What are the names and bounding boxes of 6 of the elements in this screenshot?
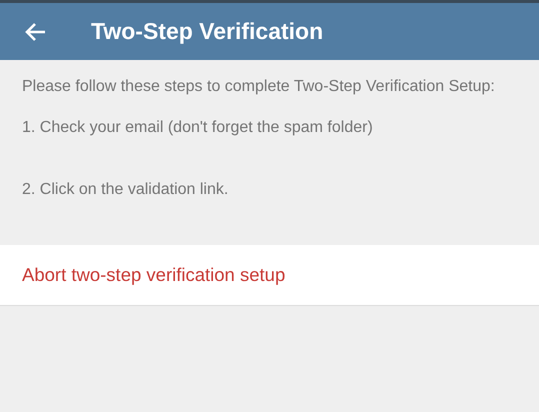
instruction-text: Please follow these steps to complete Two-Step Verification Setup:	[22, 77, 496, 97]
back-arrow-icon[interactable]	[24, 22, 46, 42]
instruction-text: 1. Check your email (don't forget the spam folder)	[22, 118, 374, 138]
instruction-text: 2. Click on the validation link.	[22, 180, 230, 200]
screen-title: Two-Step Verification	[91, 18, 324, 45]
abort-link[interactable]: Abort two-step verification setup	[22, 264, 286, 286]
